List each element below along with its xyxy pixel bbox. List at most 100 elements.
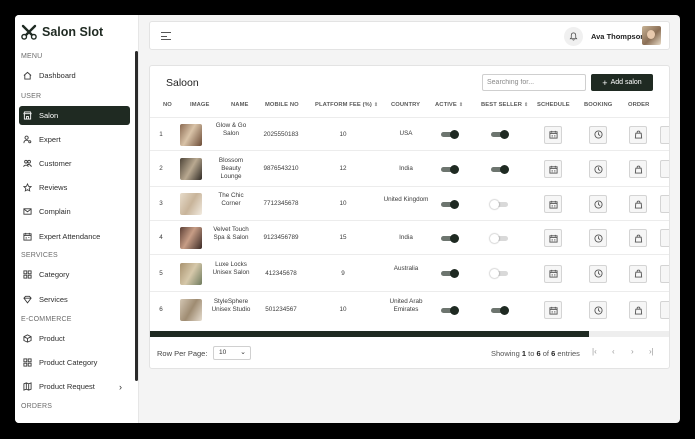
sidebar-scrollbar[interactable] [135, 51, 138, 381]
more-action-button[interactable] [660, 125, 669, 144]
table-row: 5 Luxe Locks Unisex Salon 412345678 9 Austra… [150, 254, 669, 291]
sidebar-item-label: Expert Attendance [39, 232, 101, 241]
salon-image[interactable] [180, 193, 202, 215]
bag-icon [634, 130, 642, 139]
sidebar-item-label: Services [39, 295, 68, 304]
table-header: NO IMAGE NAME MOBILE NO PLATFORM FEE (%) ⇕ COU… [150, 102, 669, 114]
sidebar-item-label: Category [39, 270, 70, 279]
sidebar-item-services[interactable]: Services [19, 290, 130, 309]
active-toggle[interactable] [441, 164, 459, 174]
salon-name: The Chic Corner [218, 191, 244, 207]
row-number: 3 [159, 200, 163, 207]
sidebar-item-category[interactable]: Category [19, 265, 130, 284]
first-page-icon[interactable]: |‹ [592, 347, 597, 356]
user-gear-icon [23, 135, 32, 144]
avatar[interactable] [642, 26, 661, 45]
last-page-icon[interactable]: ›| [649, 347, 654, 356]
best-seller-toggle[interactable] [491, 305, 509, 315]
salon-image[interactable] [180, 123, 202, 146]
schedule-icon [548, 234, 558, 243]
active-toggle[interactable] [441, 233, 459, 243]
order-button[interactable] [629, 195, 647, 213]
mobile-number: 9876543210 [263, 165, 299, 172]
order-button[interactable] [629, 160, 647, 178]
sidebar-item-expert-attendance[interactable]: Expert Attendance [19, 227, 130, 246]
logo[interactable]: Salon Slot [21, 21, 103, 43]
sidebar-item-customer[interactable]: Customer [19, 154, 130, 173]
active-toggle[interactable] [441, 269, 459, 278]
search-input[interactable] [482, 74, 586, 91]
best-seller-toggle[interactable] [490, 269, 508, 278]
salon-image[interactable] [180, 227, 202, 249]
sidebar-item-label: Product Request [39, 382, 95, 391]
clock-icon [593, 269, 603, 278]
salon-name: Velvet Touch Spa & Salon [213, 225, 249, 241]
sidebar-item-product-category[interactable]: Product Category [19, 353, 130, 372]
booking-button[interactable] [589, 264, 607, 283]
schedule-button[interactable] [544, 301, 562, 319]
box-icon [23, 334, 32, 343]
table-row: 3 The Chic Corner 7712345678 10 United Kingd… [150, 186, 669, 220]
row-number: 2 [159, 165, 163, 172]
mobile-number: 412345678 [265, 269, 297, 277]
grid-icon [23, 358, 32, 367]
column-header-active[interactable]: ACTIVE ⇕ [435, 102, 463, 108]
active-toggle[interactable] [441, 199, 459, 209]
sidebar-item-product[interactable]: Product [19, 329, 130, 348]
salon-image[interactable] [180, 299, 202, 321]
active-toggle[interactable] [441, 305, 459, 315]
booking-button[interactable] [589, 229, 607, 247]
best-seller-toggle[interactable] [491, 130, 509, 139]
column-header-platform-fee[interactable]: PLATFORM FEE (%) ⇕ [315, 102, 378, 108]
order-button[interactable] [629, 229, 647, 247]
schedule-icon [548, 165, 558, 174]
more-action-button[interactable] [660, 264, 669, 283]
best-seller-toggle[interactable] [490, 233, 508, 243]
best-seller-toggle[interactable] [491, 164, 509, 174]
schedule-button[interactable] [544, 160, 562, 178]
add-salon-label: Add salon [610, 79, 642, 86]
schedule-button[interactable] [544, 229, 562, 247]
menu-toggle-icon[interactable] [161, 32, 171, 41]
more-action-button[interactable] [660, 301, 669, 319]
salon-image[interactable] [180, 158, 202, 180]
rows-per-page-select[interactable]: 10 ⌄ [213, 346, 251, 360]
sidebar-item-expert[interactable]: Expert [19, 130, 130, 149]
sidebar-item-complain[interactable]: Complain [19, 202, 130, 221]
booking-button[interactable] [589, 160, 607, 178]
clock-icon [593, 233, 603, 243]
mobile-number: 7712345678 [263, 200, 299, 207]
order-button[interactable] [629, 125, 647, 144]
order-button[interactable] [629, 264, 647, 283]
booking-button[interactable] [589, 195, 607, 213]
column-header-order: ORDER [628, 102, 650, 108]
column-header-best-seller[interactable]: BEST SELLER ⇕ [481, 102, 528, 108]
salon-image[interactable] [180, 262, 202, 285]
sidebar-item-label: Customer [39, 159, 72, 168]
sidebar-item-dashboard[interactable]: Dashboard [19, 66, 130, 85]
more-action-button[interactable] [660, 229, 669, 247]
user-name[interactable]: Ava Thompson [591, 32, 645, 41]
salon-table-card: Saloon +Add salon NO IMAGE NAME MOBILE NO PL… [149, 65, 670, 369]
sidebar-item-salon[interactable]: Salon [19, 106, 130, 125]
sidebar-item-reviews[interactable]: Reviews [19, 178, 130, 197]
more-action-button[interactable] [660, 160, 669, 178]
booking-button[interactable] [589, 125, 607, 144]
schedule-button[interactable] [544, 195, 562, 213]
add-salon-button[interactable]: + Add salon [591, 74, 653, 91]
order-button[interactable] [629, 301, 647, 319]
sidebar-item-product-request[interactable]: Product Request › [19, 377, 130, 396]
horizontal-scrollbar[interactable] [150, 331, 589, 337]
prev-page-icon[interactable]: ‹ [612, 347, 615, 356]
notification-button[interactable] [564, 27, 583, 46]
active-toggle[interactable] [441, 130, 459, 139]
chevron-right-icon: › [119, 381, 122, 392]
best-seller-toggle[interactable] [490, 199, 508, 209]
booking-button[interactable] [589, 301, 607, 319]
more-action-button[interactable] [660, 195, 669, 213]
row-number: 5 [159, 269, 163, 277]
next-page-icon[interactable]: › [631, 347, 634, 356]
schedule-button[interactable] [544, 264, 562, 283]
schedule-button[interactable] [544, 125, 562, 144]
row-number: 1 [159, 130, 163, 138]
